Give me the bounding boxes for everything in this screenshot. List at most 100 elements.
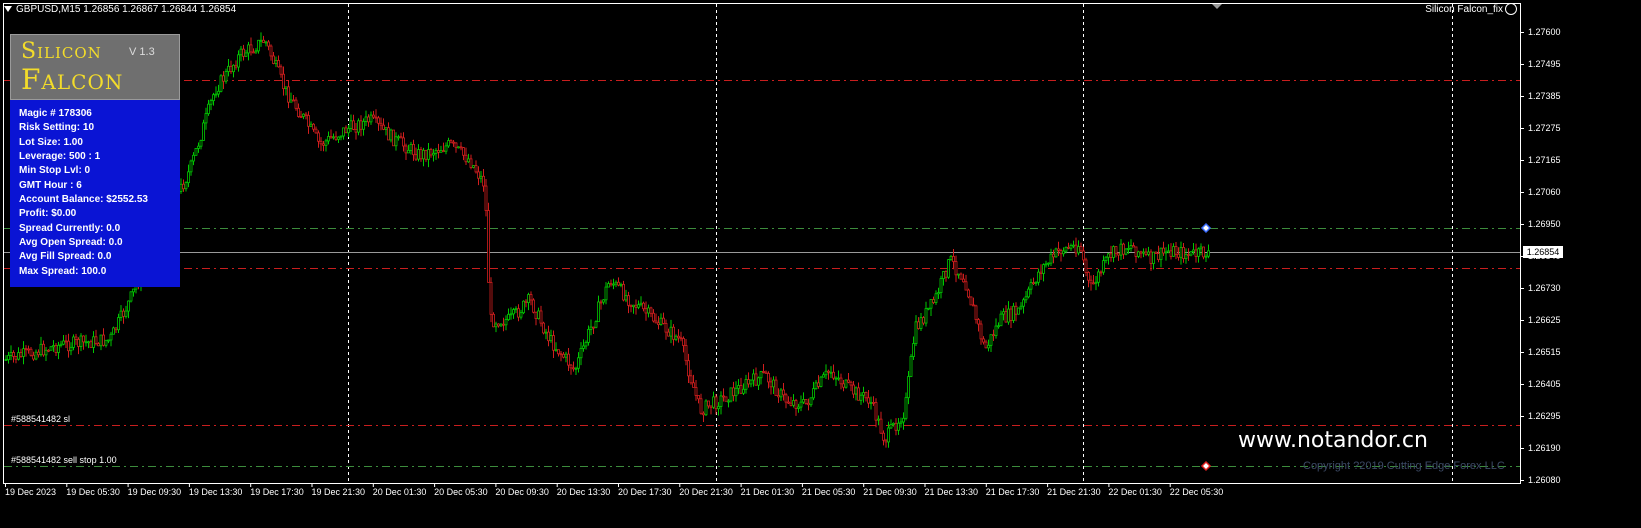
bull-candle (574, 367, 578, 370)
bear-candle (24, 348, 28, 351)
bull-candle (614, 281, 618, 285)
bull-candle (264, 41, 268, 44)
bull-candle (744, 379, 748, 390)
bull-candle (512, 309, 515, 315)
bull-candle (217, 90, 220, 95)
bear-candle (849, 381, 853, 386)
bear-candle (14, 356, 18, 360)
bull-candle (942, 271, 945, 279)
bear-candle (1174, 246, 1178, 255)
bull-candle (132, 288, 135, 293)
bull-candle (797, 406, 800, 409)
price-tick-label: 1.26080 (1528, 475, 1561, 485)
bull-candle (324, 140, 328, 146)
bear-candle (229, 65, 233, 73)
bear-candle (502, 323, 505, 326)
bear-candle (387, 127, 390, 141)
bear-candle (682, 338, 685, 346)
bull-candle (837, 377, 840, 380)
bear-candle (569, 364, 573, 369)
time-tick-label: 19 Dec 17:30 (250, 487, 304, 497)
bear-candle (262, 39, 265, 43)
sl-level-label[interactable]: #588541482 sl (11, 414, 70, 424)
bear-candle (697, 395, 700, 400)
bull-candle (422, 149, 425, 160)
bull-candle (1189, 251, 1193, 256)
bull-candle (752, 373, 755, 381)
bear-candle (437, 150, 440, 153)
bull-candle (792, 400, 795, 406)
bear-candle (529, 294, 533, 301)
bull-candle (862, 392, 865, 396)
bear-candle (517, 308, 520, 318)
bear-candle (42, 343, 45, 356)
bear-candle (307, 115, 310, 127)
bull-candle (49, 346, 53, 351)
bear-candle (1082, 250, 1085, 261)
bear-candle (969, 296, 973, 306)
dropdown-triangle-icon[interactable] (4, 6, 12, 13)
bear-candle (827, 370, 830, 373)
bear-candle (559, 353, 563, 356)
bear-candle (377, 117, 380, 124)
bull-candle (1102, 260, 1105, 273)
price-tick-label: 1.26950 (1528, 219, 1561, 229)
bear-candle (709, 405, 713, 408)
bear-candle (784, 394, 788, 403)
bull-candle (1042, 264, 1045, 274)
bear-candle (664, 323, 668, 333)
bull-candle (1179, 247, 1183, 258)
bear-candle (609, 283, 613, 286)
bear-candle (352, 120, 355, 130)
bear-candle (497, 323, 500, 327)
bull-candle (587, 329, 590, 343)
bull-candle (734, 387, 738, 397)
bear-candle (1144, 251, 1148, 255)
bull-candle (737, 385, 740, 389)
bear-candle (1202, 246, 1205, 258)
bear-candle (694, 386, 698, 396)
bull-candle (1037, 271, 1040, 283)
bear-candle (842, 383, 845, 388)
bull-candle (407, 150, 410, 154)
bear-candle (442, 150, 445, 153)
bull-candle (637, 304, 640, 308)
time-tick-label: 22 Dec 01:30 (1108, 487, 1162, 497)
bear-candle (1084, 259, 1088, 273)
smiley-icon (1505, 3, 1517, 16)
bear-candle (1162, 247, 1165, 254)
bear-candle (629, 304, 633, 308)
ea-name-label: Silicon Falcon_fix (1425, 4, 1503, 15)
bull-candle (444, 145, 448, 152)
info-row-balance: Account Balance: $2552.53 (19, 194, 148, 206)
sell-stop-label[interactable]: #588541482 sell stop 1.00 (11, 455, 117, 465)
bear-candle (399, 136, 403, 139)
bear-candle (234, 64, 238, 68)
watermark-text: www.notandor.cn (1238, 428, 1428, 453)
bull-candle (22, 348, 25, 357)
info-row-avg-open-spread: Avg Open Spread: 0.0 (19, 237, 123, 249)
bull-candle (117, 317, 120, 331)
bear-candle (867, 397, 870, 404)
bull-candle (639, 302, 643, 306)
expert-advisor-name[interactable]: Silicon Falcon_fix (1425, 2, 1517, 18)
bear-candle (404, 145, 408, 154)
bull-candle (1204, 255, 1208, 258)
bull-candle (819, 376, 823, 387)
bear-candle (979, 323, 983, 340)
bull-candle (347, 128, 350, 134)
bull-candle (624, 295, 628, 301)
bull-candle (342, 127, 345, 137)
bear-candle (832, 371, 835, 379)
bull-candle (772, 379, 775, 388)
bull-candle (527, 294, 530, 303)
time-tick-label: 20 Dec 01:30 (373, 487, 427, 497)
bull-candle (537, 310, 540, 320)
bear-candle (617, 281, 620, 286)
bear-candle (314, 128, 318, 134)
bull-candle (1022, 299, 1025, 307)
bull-candle (757, 377, 760, 386)
bear-candle (89, 341, 93, 348)
bear-candle (1067, 246, 1070, 249)
bull-candle (834, 377, 838, 380)
